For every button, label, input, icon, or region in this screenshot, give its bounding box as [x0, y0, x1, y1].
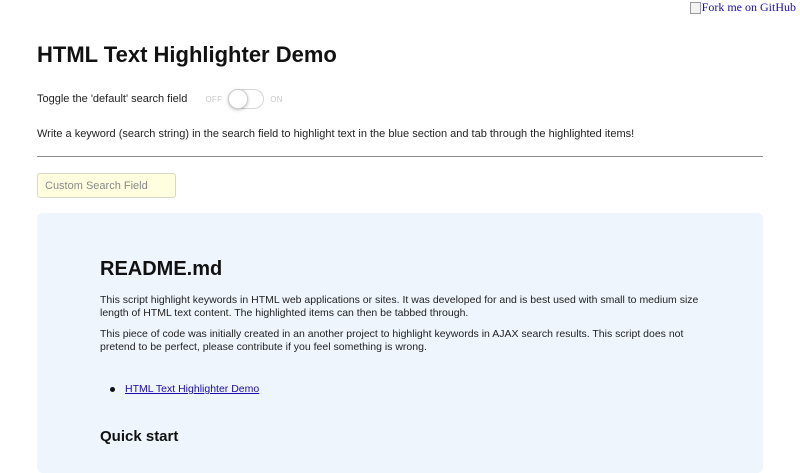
toggle-on-text: ON [270, 94, 283, 104]
divider [37, 156, 763, 157]
default-search-toggle[interactable]: OFF ON [205, 89, 283, 109]
instructions-text: Write a keyword (search string) in the s… [37, 128, 635, 140]
readme-paragraph-2: This piece of code was initially created… [100, 328, 684, 353]
toggle-off-text: OFF [205, 94, 223, 104]
toggle-row: Toggle the 'default' search field OFF ON [37, 89, 283, 109]
readme-heading: README.md [100, 258, 223, 280]
fork-me-on-github-link[interactable]: Fork me on GitHub [689, 0, 796, 15]
toggle-track[interactable] [228, 89, 265, 109]
fork-link-text: Fork me on GitHub [701, 0, 796, 14]
quick-start-heading: Quick start [100, 428, 179, 445]
toc-link-demo[interactable]: HTML Text Highlighter Demo [125, 383, 259, 395]
broken-image-icon [689, 1, 701, 14]
toggle-knob[interactable] [228, 89, 249, 109]
list-item: HTML Text Highlighter Demo [109, 383, 259, 395]
readme-content: README.md This script highlight keywords… [100, 258, 704, 445]
toggle-label: Toggle the 'default' search field [37, 93, 188, 105]
table-of-contents: HTML Text Highlighter Demo [109, 383, 259, 395]
custom-search-input[interactable] [37, 173, 176, 198]
readme-paragraph-1: This script highlight keywords in HTML w… [100, 294, 699, 319]
readme-panel: README.md This script highlight keywords… [37, 213, 763, 473]
page-title: HTML Text Highlighter Demo [37, 42, 337, 67]
